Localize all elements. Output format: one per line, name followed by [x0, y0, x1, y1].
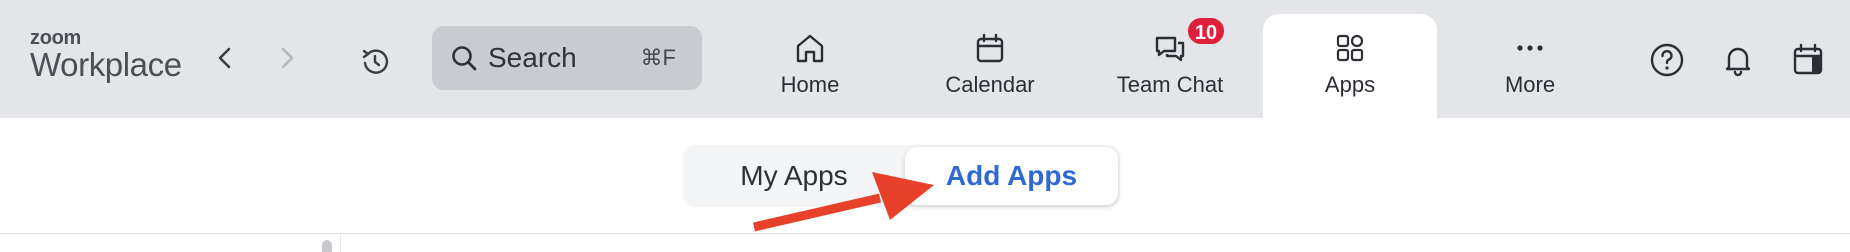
- tab-more[interactable]: More: [1450, 14, 1610, 118]
- content-divider: [0, 233, 1850, 234]
- tab-team-chat[interactable]: 10 Team Chat: [1090, 14, 1250, 118]
- logo-line-1: zoom: [30, 27, 82, 49]
- chevron-left-icon: [218, 47, 231, 69]
- back-button[interactable]: [210, 40, 240, 76]
- more-icon: [1517, 45, 1543, 51]
- tab-home-label: Home: [780, 72, 840, 97]
- help-button[interactable]: [1645, 38, 1689, 82]
- scrollbar-thumb[interactable]: [322, 240, 332, 252]
- calendar-icon: [976, 33, 1004, 63]
- chevron-right-icon: [281, 47, 294, 69]
- calendar-panel-icon: [1793, 43, 1823, 75]
- search-shortcut: ⌘F: [640, 45, 676, 70]
- tab-apps[interactable]: Apps: [1263, 14, 1437, 118]
- search-icon: [452, 46, 477, 71]
- tab-more-label: More: [1504, 72, 1556, 97]
- recent-history-button[interactable]: [355, 41, 395, 81]
- search-box[interactable]: Search ⌘F: [432, 26, 702, 90]
- zoom-workplace-logo[interactable]: zoom Workplace: [30, 28, 182, 81]
- forward-button[interactable]: [272, 40, 302, 76]
- tab-apps-label: Apps: [1324, 72, 1376, 97]
- tab-calendar[interactable]: Calendar: [910, 14, 1070, 118]
- sidebar-divider: [340, 234, 341, 252]
- tab-calendar-label: Calendar: [945, 72, 1035, 97]
- tab-home[interactable]: Home: [730, 14, 890, 118]
- logo-line-2: Workplace: [30, 46, 182, 83]
- top-navigation-bar: zoom Workplace Search ⌘F Home Calendar 1…: [0, 0, 1850, 118]
- apps-icon: [1336, 34, 1364, 62]
- home-icon: [796, 34, 824, 63]
- history-icon: [362, 49, 389, 74]
- search-label: Search: [488, 42, 577, 73]
- chat-icon: [1155, 36, 1185, 62]
- bell-icon: [1725, 47, 1751, 77]
- help-icon: [1650, 43, 1684, 77]
- calendar-panel-button[interactable]: [1786, 38, 1830, 82]
- notifications-button[interactable]: [1716, 38, 1760, 82]
- annotation-arrow-icon: [752, 172, 934, 232]
- tab-team-chat-label: Team Chat: [1116, 72, 1224, 97]
- unread-count-badge: 10: [1186, 16, 1226, 46]
